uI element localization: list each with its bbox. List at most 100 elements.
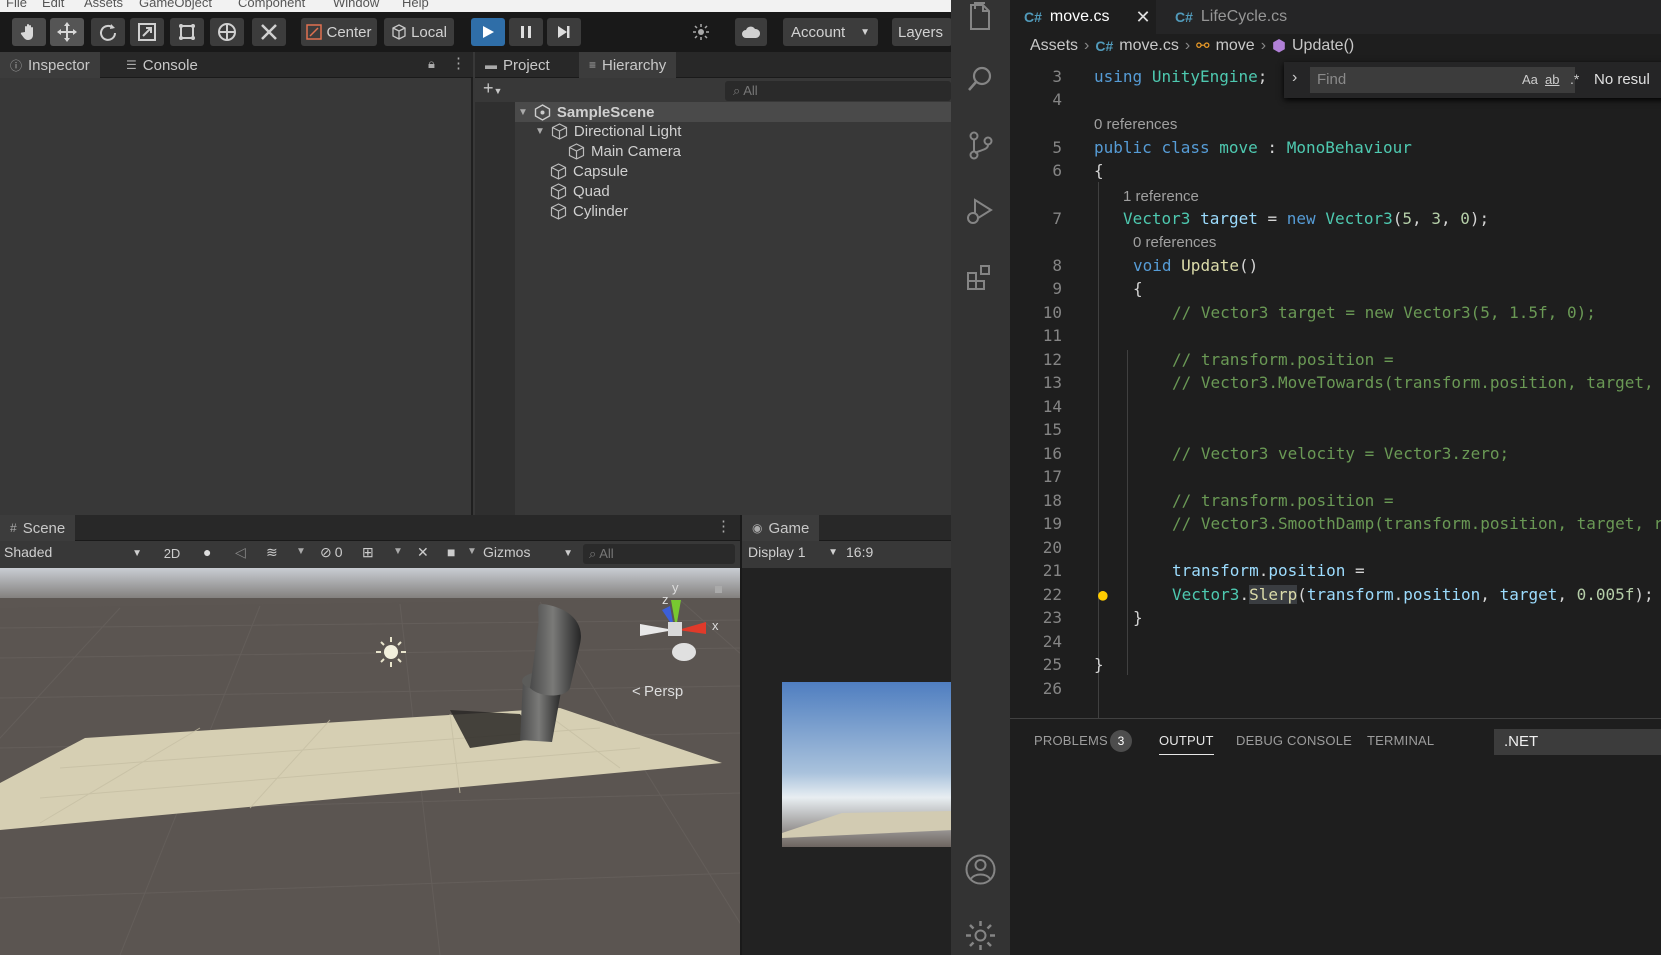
explorer-icon[interactable] — [963, 0, 998, 35]
hierarchy-scene-row[interactable]: ▼ SampleScene — [518, 102, 654, 122]
persp-arrow-icon: < — [632, 683, 641, 700]
tab-lifecycle-cs[interactable]: C# LifeCycle.cs — [1161, 0, 1301, 34]
more-options-icon[interactable]: ⋮ — [451, 54, 466, 72]
audio-toggle-icon[interactable]: ◁ — [235, 544, 246, 561]
effects-toggle-icon[interactable]: ≋ — [266, 544, 278, 561]
cloud-button[interactable] — [735, 18, 767, 46]
chevron-down-icon[interactable]: ▼ — [467, 546, 477, 557]
tab-hierarchy[interactable]: ≡ Hierarchy — [579, 52, 677, 78]
layers-label: Layers — [898, 23, 944, 41]
scene-viewport[interactable]: y x z Persp < — [0, 568, 740, 955]
menu-edit[interactable]: Edit — [42, 0, 64, 10]
play-button[interactable] — [471, 18, 505, 46]
codelens-references[interactable]: 0 references — [1133, 234, 1216, 251]
transform-tool-button[interactable] — [210, 18, 244, 46]
tab-problems[interactable]: PROBLEMS — [1034, 733, 1108, 748]
output-channel-select[interactable]: .NET — [1494, 729, 1661, 755]
lightbulb-icon[interactable]: ● — [1098, 585, 1108, 604]
hierarchy-item-quad[interactable]: Quad — [550, 181, 610, 201]
pause-button[interactable] — [509, 18, 543, 46]
close-icon[interactable]: ✕ — [1135, 7, 1150, 28]
rect-tool-button[interactable] — [170, 18, 204, 46]
scene-search[interactable]: ⌕ All — [583, 544, 735, 564]
menu-window[interactable]: Window — [333, 0, 379, 10]
lighting-toggle-icon[interactable]: ● — [203, 544, 211, 560]
breadcrumb-class[interactable]: move — [1216, 37, 1255, 55]
display-dropdown[interactable]: Display 1 ▼ — [748, 544, 838, 562]
breadcrumb-file[interactable]: move.cs — [1119, 37, 1179, 55]
code-line-16: // Vector3 velocity = Vector3.zero; — [1172, 444, 1510, 463]
menu-file[interactable]: File — [6, 0, 27, 10]
tab-inspector[interactable]: ⓘ Inspector — [0, 52, 100, 78]
tab-move-cs[interactable]: C# move.cs ✕ — [1010, 0, 1156, 34]
account-dropdown[interactable]: Account ▼ — [783, 18, 878, 46]
run-debug-icon[interactable] — [963, 194, 998, 229]
settings-gear-icon[interactable] — [963, 918, 998, 953]
hand-tool-button[interactable] — [12, 18, 46, 46]
source-control-icon[interactable] — [963, 128, 998, 163]
code-area[interactable]: 3 4 5 6 7 8 9 10 11 12 13 14 15 16 17 18… — [1010, 58, 1661, 718]
codelens-references[interactable]: 0 references — [1094, 116, 1177, 133]
tab-console[interactable]: ☰ Console — [116, 52, 208, 78]
search-icon[interactable] — [963, 62, 998, 97]
add-object-button[interactable]: +▼ — [483, 78, 502, 99]
space-toggle[interactable]: Local — [384, 18, 454, 46]
code-line-12: // transform.position = — [1172, 350, 1394, 369]
layers-dropdown[interactable]: Layers — [892, 18, 951, 46]
sun-button[interactable] — [685, 18, 717, 46]
menu-assets[interactable]: Assets — [84, 0, 123, 10]
2d-toggle[interactable]: 2D — [156, 544, 188, 564]
breadcrumb-method[interactable]: Update() — [1292, 37, 1354, 55]
tab-output[interactable]: OUTPUT — [1159, 733, 1214, 755]
camera-icon[interactable]: ■ — [447, 544, 455, 560]
hierarchy-item-capsule[interactable]: Capsule — [550, 161, 628, 181]
hierarchy-item-directional-light[interactable]: ▼ Directional Light — [535, 121, 681, 141]
tab-terminal[interactable]: TERMINAL — [1367, 733, 1434, 748]
menu-component[interactable]: Component — [238, 0, 305, 10]
hidden-objects-toggle[interactable]: ⊘ 0 — [320, 544, 343, 561]
menu-help[interactable]: Help — [402, 0, 429, 10]
inspector-body — [0, 78, 473, 515]
code-line-25: } — [1094, 655, 1104, 674]
chevron-right-icon: › — [1084, 37, 1090, 54]
codelens-references[interactable]: 1 reference — [1123, 188, 1199, 205]
grid-snap-icon[interactable]: ⊞ — [362, 544, 374, 561]
tab-scene[interactable]: # Scene — [0, 515, 76, 541]
tab-game[interactable]: ◉ Game — [742, 515, 820, 541]
rotate-tool-button[interactable] — [91, 18, 125, 46]
match-case-toggle[interactable]: Aa — [1522, 72, 1538, 87]
scale-tool-button[interactable] — [130, 18, 164, 46]
custom-tool-button[interactable] — [252, 18, 286, 46]
game-view[interactable] — [740, 568, 951, 955]
tab-debug-console[interactable]: DEBUG CONSOLE — [1236, 733, 1352, 748]
hierarchy-item-cylinder[interactable]: Cylinder — [550, 201, 628, 221]
hierarchy-item-main-camera[interactable]: Main Camera — [568, 141, 681, 161]
tab-label: LifeCycle.cs — [1200, 8, 1288, 25]
breadcrumb-assets[interactable]: Assets — [1030, 37, 1078, 55]
chevron-down-icon: ▼ — [132, 548, 142, 559]
match-word-toggle[interactable]: ab — [1545, 72, 1559, 87]
info-icon: ⓘ — [10, 58, 23, 73]
menu-gameobject[interactable]: GameObject — [139, 0, 212, 10]
account-icon[interactable] — [963, 852, 998, 887]
aspect-dropdown[interactable]: 16:9 — [846, 544, 873, 560]
extensions-icon[interactable] — [963, 260, 998, 295]
regex-toggle[interactable]: .* — [1570, 71, 1579, 87]
hierarchy-search[interactable]: ⌕ All — [725, 81, 951, 101]
pivot-toggle[interactable]: Center — [301, 18, 377, 46]
line-number: 10 — [1042, 303, 1062, 322]
pause-icon — [521, 26, 531, 38]
more-options-icon[interactable]: ⋮ — [716, 517, 731, 535]
chevron-down-icon[interactable]: ▼ — [393, 546, 403, 557]
code-line-21: transform.position = — [1172, 561, 1365, 580]
chevron-down-icon[interactable]: ▼ — [296, 546, 306, 557]
tab-project[interactable]: ▬ Project — [475, 52, 560, 78]
tools-icon[interactable]: ✕ — [417, 544, 429, 561]
lock-icon[interactable]: 🔒︎ — [428, 56, 435, 72]
move-tool-button[interactable] — [50, 18, 84, 46]
gizmos-dropdown[interactable]: Gizmos ▼ — [483, 544, 573, 564]
line-number: 23 — [1042, 608, 1062, 627]
step-button[interactable] — [547, 18, 581, 46]
chevron-right-icon[interactable]: › — [1292, 69, 1297, 87]
shading-dropdown[interactable]: Shaded ▼ — [4, 544, 146, 564]
